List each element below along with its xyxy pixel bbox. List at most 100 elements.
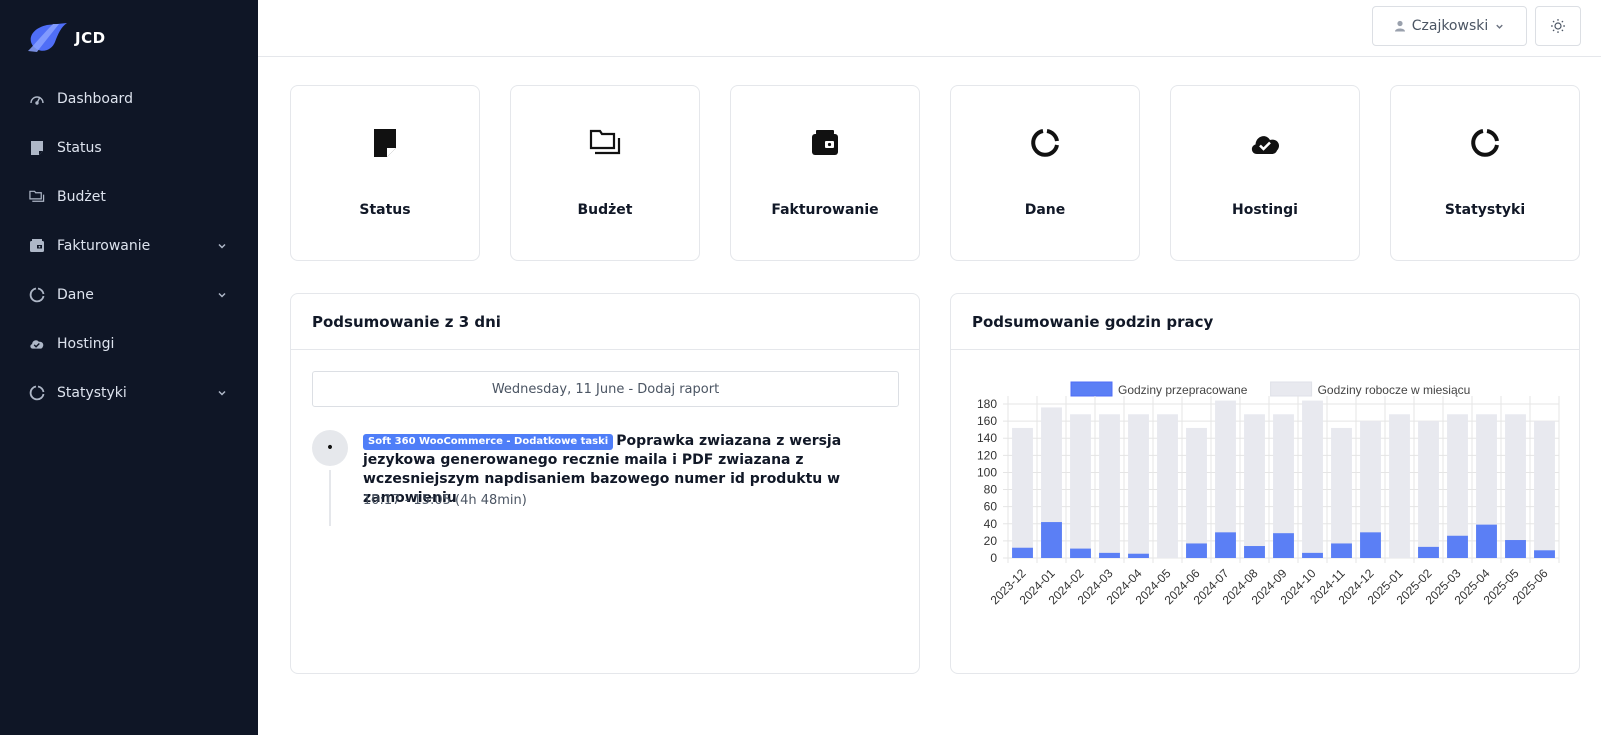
bar-working-hours: [1186, 427, 1207, 558]
folders-icon: [589, 129, 621, 155]
sidebar-item-label: Fakturowanie: [57, 237, 151, 254]
sidebar-item-budzet[interactable]: Budżet: [0, 172, 258, 221]
bar-worked-hours: [1505, 540, 1526, 558]
tile-dane[interactable]: Dane: [950, 85, 1140, 261]
user-name: Czajkowski: [1411, 18, 1489, 34]
legend-swatch: [1070, 381, 1113, 397]
chevron-down-icon: [1496, 24, 1503, 29]
wallet-icon: [29, 238, 45, 254]
bar-working-hours: [1012, 427, 1033, 558]
y-tick-label: 60: [984, 500, 998, 514]
sidebar-item-label: Hostingi: [57, 335, 115, 352]
tile-statystyki[interactable]: Statystyki: [1390, 85, 1580, 261]
circle-progress-icon: [1471, 129, 1499, 157]
chevron-down-icon: [218, 390, 226, 396]
sidebar-item-dane[interactable]: Dane: [0, 270, 258, 319]
sidebar-item-hostingi[interactable]: Hostingi: [0, 319, 258, 368]
bar-worked-hours: [1447, 535, 1468, 558]
entry-time: 10:17 - 15:05 (4h 48min): [363, 493, 527, 508]
hours-chart: Godziny przepracowane Godziny robocze w m…: [977, 381, 1560, 607]
timeline-line: [329, 470, 331, 526]
tile-fakturowanie[interactable]: Fakturowanie: [730, 85, 920, 261]
brand[interactable]: JCD: [25, 22, 106, 54]
sidebar-item-label: Status: [57, 139, 102, 156]
circle-progress-icon: [1031, 129, 1059, 157]
bar-working-hours: [1418, 421, 1439, 558]
bar-worked-hours: [1418, 546, 1439, 558]
cloud-check-icon: [1251, 136, 1280, 154]
y-tick-label: 0: [990, 551, 997, 565]
bar-working-hours: [1128, 414, 1149, 558]
legend-label: Godziny robocze w miesiącu: [1318, 383, 1471, 397]
hours-card: Podsumowanie godzin pracy Godziny przepr…: [950, 293, 1580, 674]
user-icon: [1394, 20, 1405, 32]
tile-label: Fakturowanie: [771, 202, 879, 218]
chevron-down-icon: [218, 292, 226, 298]
tile-hostingi[interactable]: Hostingi: [1170, 85, 1360, 261]
tile-label: Statystyki: [1444, 202, 1526, 218]
bar-worked-hours: [1331, 543, 1352, 558]
bar-worked-hours: [1128, 553, 1149, 558]
bar-working-hours: [1331, 427, 1352, 558]
sidebar-item-dashboard[interactable]: Dashboard: [0, 74, 258, 123]
bar-worked-hours: [1186, 543, 1207, 558]
y-tick-label: 20: [984, 534, 998, 548]
sticky-note-icon: [29, 140, 45, 156]
y-tick-label: 80: [984, 483, 998, 497]
circle-progress-icon: [29, 287, 45, 303]
bar-worked-hours: [1302, 552, 1323, 558]
y-tick-label: 160: [977, 414, 997, 428]
sidebar-item-label: Budżet: [57, 188, 106, 205]
add-report-button[interactable]: Wednesday, 11 June - Dodaj raport: [312, 371, 899, 407]
hours-title: Podsumowanie godzin pracy: [951, 294, 1579, 350]
bar-working-hours: [1302, 400, 1323, 558]
sidebar-item-label: Statystyki: [57, 384, 127, 401]
bar-worked-hours: [1041, 522, 1062, 558]
sidebar-nav: Dashboard Status Budżet Fakturowanie Dan…: [0, 74, 258, 417]
bar-worked-hours: [1476, 524, 1497, 558]
brand-name: JCD: [75, 29, 106, 47]
circle-progress-icon: [29, 385, 45, 401]
bar-working-hours: [1244, 414, 1265, 558]
user-menu-button[interactable]: Czajkowski: [1372, 6, 1527, 46]
bar-working-hours: [1389, 414, 1410, 558]
y-tick-label: 40: [984, 517, 998, 531]
logo-icon: [28, 23, 67, 52]
summary-card: Podsumowanie z 3 dni Wednesday, 11 June …: [290, 293, 920, 674]
bar-working-hours: [1099, 414, 1120, 558]
sidebar-item-status[interactable]: Status: [0, 123, 258, 172]
tile-label: Budżet: [577, 202, 633, 218]
sticky-note-icon: [374, 129, 396, 157]
tile-label: Hostingi: [1232, 202, 1298, 218]
chevron-down-icon: [218, 243, 226, 249]
bar-worked-hours: [1534, 550, 1555, 558]
bar-worked-hours: [1215, 532, 1236, 558]
bar-working-hours: [1070, 414, 1091, 558]
bar-worked-hours: [1360, 532, 1381, 558]
bar-worked-hours: [1244, 546, 1265, 558]
sidebar-item-label: Dane: [57, 286, 94, 303]
wallet-icon: [812, 130, 838, 155]
bar-worked-hours: [1099, 552, 1120, 558]
tile-status[interactable]: Status: [290, 85, 480, 261]
sun-icon: [1551, 19, 1565, 33]
tile-label: Dane: [1024, 202, 1066, 218]
bar-working-hours: [1534, 421, 1555, 558]
tile-budzet[interactable]: Budżet: [510, 85, 700, 261]
legend-label: Godziny przepracowane: [1118, 383, 1248, 397]
theme-toggle-button[interactable]: [1535, 6, 1581, 46]
bar-working-hours: [1505, 414, 1526, 558]
sidebar: JCD Dashboard Status Budżet Fakturowanie: [0, 0, 258, 735]
sidebar-item-statystyki[interactable]: Statystyki: [0, 368, 258, 417]
bar-working-hours: [1157, 414, 1178, 558]
y-tick-label: 140: [977, 431, 997, 445]
project-badge: Soft 360 WooCommerce - Dodatkowe taski: [363, 434, 614, 450]
bar-worked-hours: [1012, 547, 1033, 558]
folders-icon: [29, 189, 45, 205]
timeline-dot: •: [312, 430, 348, 466]
sidebar-item-fakturowanie[interactable]: Fakturowanie: [0, 221, 258, 270]
y-tick-label: 120: [977, 448, 997, 462]
legend-swatch: [1270, 381, 1313, 397]
tile-label: Status: [359, 202, 411, 218]
speedometer-icon: [29, 91, 45, 107]
